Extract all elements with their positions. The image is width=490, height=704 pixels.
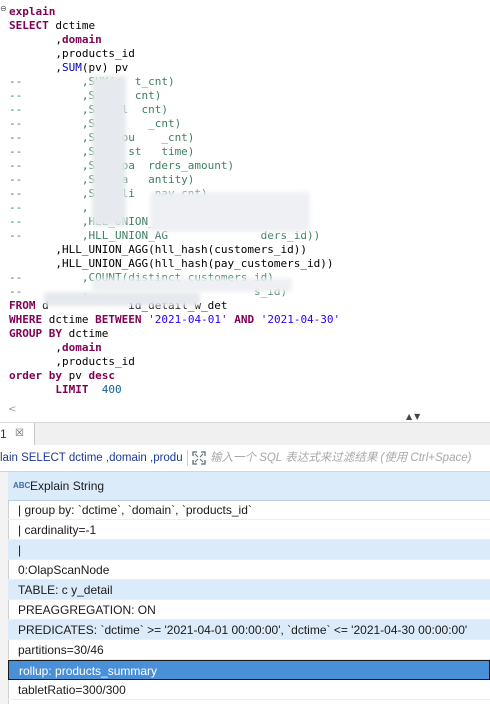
code-line: explain: [9, 5, 55, 19]
code-line: -- ,: [9, 201, 88, 215]
table-row[interactable]: | cardinality=-1: [8, 520, 490, 540]
code-line: ,products_id: [9, 47, 135, 61]
code-line: -- ,HLL_UNION_: [9, 215, 155, 229]
sql-text: dctime: [48, 19, 96, 32]
sql-text: ,: [9, 341, 62, 354]
sql-text: dctime: [61, 327, 109, 340]
sql-keyword: explain: [9, 5, 56, 18]
code-line: GROUP BY dctime: [9, 327, 108, 341]
code-line: ,SUM(pv) pv: [9, 61, 128, 75]
sql-number: 400: [101, 383, 122, 396]
code-line: ,products_id: [9, 355, 135, 369]
results-tab-bar: 1 ☒: [0, 422, 490, 446]
code-line: order by pv desc: [9, 369, 115, 383]
sql-text: ,products_id: [9, 355, 135, 368]
sql-text: ,products_id: [9, 47, 135, 60]
sql-comment: -- ,: [9, 201, 89, 214]
query-echo-label: lain SELECT dctime ,domain ,produ: [0, 452, 183, 464]
code-line: -- ,S l cnt): [9, 103, 168, 117]
code-line: ,domain: [9, 33, 102, 47]
sql-keyword: desc: [88, 369, 115, 382]
table-row[interactable]: TABLE: c y_detail: [8, 580, 490, 600]
redaction-blur-2: [150, 192, 310, 232]
sql-comment: -- ,HLL_UNION_: [9, 215, 155, 228]
table-row[interactable]: PREAGGREGATION: ON: [8, 600, 490, 620]
code-line: WHERE dctime BETWEEN '2021-04-01' AND '2…: [9, 313, 340, 327]
redaction-blur-4: [92, 278, 292, 292]
code-line: -- ,S cnt): [9, 89, 161, 103]
column-header-explain-string[interactable]: ABC Explain String: [8, 472, 490, 501]
sql-string: '2021-04-30': [260, 313, 341, 326]
expand-icon[interactable]: [192, 451, 206, 465]
sql-text: ,HLL_UNION_AGG(hll_hash(customers_id)): [9, 243, 308, 256]
sql-keyword: BETWEEN: [95, 313, 142, 326]
tab-result-1[interactable]: 1 ☒: [0, 423, 35, 445]
sql-keyword: domain: [61, 341, 102, 354]
sql-string: '2021-04-01': [148, 313, 228, 326]
filter-expression-input[interactable]: [210, 448, 488, 468]
sql-keyword: FROM: [9, 299, 36, 312]
table-row[interactable]: PREDICATES: `dctime` >= '2021-04-01 00:0…: [8, 620, 490, 640]
divider: [187, 450, 188, 466]
up-down-arrows-icon[interactable]: ▲▼: [406, 412, 422, 421]
table-row[interactable]: rollup: products_summary: [8, 660, 490, 680]
table-row[interactable]: |: [8, 540, 490, 560]
code-line: ,HLL_UNION_AGG(hll_hash(pay_customers_id…: [9, 257, 334, 271]
tab-label: 1: [0, 427, 7, 441]
sql-text: pv: [61, 369, 89, 382]
redaction-blur-3: [44, 292, 200, 306]
code-line: ,HLL_UNION_AGG(hll_hash(customers_id)): [9, 243, 307, 257]
sql-keyword: GROUP BY: [9, 327, 62, 340]
sql-function: SUM: [61, 61, 82, 74]
scroll-left-arrow-icon[interactable]: <: [8, 404, 16, 415]
sql-keyword: SELECT: [9, 19, 49, 32]
table-row[interactable]: | group by: `dctime`, `domain`, `product…: [8, 500, 490, 520]
sql-keyword: AND: [234, 313, 255, 326]
result-grid[interactable]: ABC Explain String | group by: `dctime`,…: [0, 472, 490, 704]
sql-text: ,HLL_UNION_AGG(hll_hash(pay_customers_id…: [9, 257, 334, 270]
code-line: LIMIT 400: [9, 383, 122, 397]
table-row[interactable]: tabletList=181850,181852,181856,181858,1…: [8, 700, 490, 704]
table-row[interactable]: partitions=30/46: [8, 640, 490, 660]
sql-text: (pv) pv: [81, 61, 129, 74]
table-row[interactable]: tabletRatio=300/300: [8, 680, 490, 700]
sql-keyword: order by: [9, 369, 62, 382]
text-type-icon: ABC: [13, 481, 31, 490]
sql-text: dctime: [42, 313, 96, 326]
table-row[interactable]: 0:OlapScanNode: [8, 560, 490, 580]
sql-keyword: WHERE: [9, 313, 43, 326]
sql-keyword: domain: [61, 33, 102, 46]
redaction-blur-1: [92, 76, 126, 226]
code-line: SELECT dctime: [9, 19, 95, 33]
sql-text: ,: [9, 33, 62, 46]
sql-comment: -- ,S l cnt): [9, 103, 168, 116]
column-header-label: Explain String: [30, 479, 105, 493]
code-line: ,domain: [9, 341, 102, 355]
sql-text: ,: [9, 61, 62, 74]
close-icon[interactable]: ☒: [15, 423, 24, 445]
fold-toggle-icon[interactable]: ⊖: [0, 5, 8, 13]
result-filter-bar: lain SELECT dctime ,domain ,produ: [0, 445, 490, 472]
sql-keyword: LIMIT: [9, 383, 89, 396]
sql-comment: -- ,S cnt): [9, 89, 162, 102]
